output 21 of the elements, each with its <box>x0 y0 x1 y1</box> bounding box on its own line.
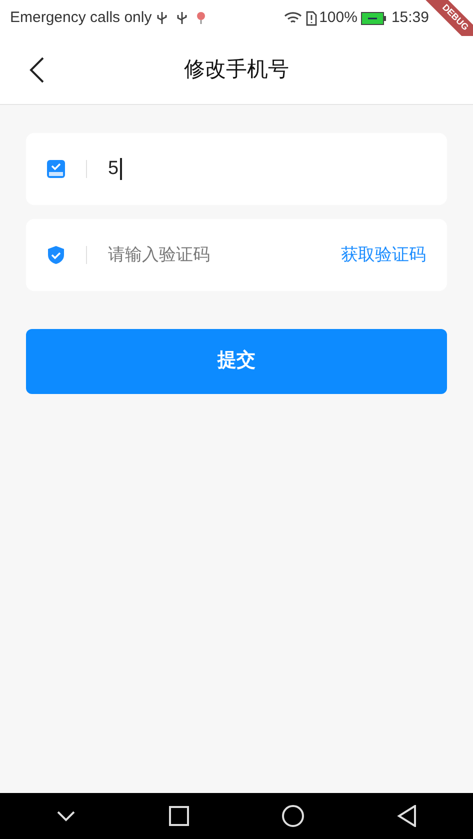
clock-text: 15:39 <box>391 8 429 28</box>
battery-percent: 100% <box>319 8 358 28</box>
location-pin-icon <box>196 11 206 25</box>
home-icon[interactable] <box>282 805 304 827</box>
collapse-icon[interactable] <box>56 810 76 822</box>
submit-button[interactable]: 提交 <box>26 329 447 394</box>
code-input-field[interactable]: 请输入验证码 <box>108 242 341 268</box>
shield-check-icon <box>47 245 65 265</box>
usb-icon <box>176 11 188 25</box>
back-icon[interactable] <box>28 57 46 83</box>
carrier-text: Emergency calls only <box>10 8 152 28</box>
usb-icon <box>156 11 168 25</box>
get-code-link[interactable]: 获取验证码 <box>341 242 426 268</box>
recents-icon[interactable] <box>169 806 190 826</box>
sim-alert-icon <box>306 10 318 26</box>
phone-card-icon <box>47 159 65 179</box>
back-nav-icon[interactable] <box>396 805 417 827</box>
page-title: 修改手机号 <box>184 57 289 84</box>
wifi-icon <box>284 11 302 25</box>
battery-charging-icon <box>361 12 388 24</box>
phone-field[interactable]: 5 <box>26 133 447 205</box>
